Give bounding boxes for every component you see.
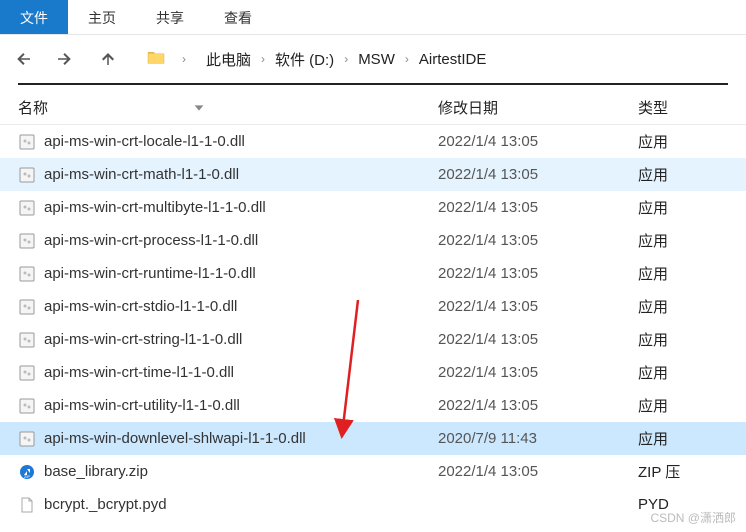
file-date: 2022/1/4 13:05 [438,331,638,348]
file-date: 2020/7/9 11:43 [438,430,638,447]
file-type: 应用 [638,230,728,251]
dll-file-icon [18,265,36,283]
file-name: base_library.zip [44,463,148,480]
tab-share[interactable]: 共享 [136,0,204,34]
file-name: bcrypt._bcrypt.pyd [44,496,167,513]
svg-text:ZIP: ZIP [24,474,31,479]
file-row[interactable]: bcrypt._bcrypt.pydPYD [0,488,746,521]
file-type: 应用 [638,263,728,284]
file-row[interactable]: api-ms-win-crt-locale-l1-1-0.dll 2022/1/4… [0,125,746,158]
tab-home[interactable]: 主页 [68,0,136,34]
navigation-bar: › 此电脑 › 软件 (D:) › MSW › AirtestIDE [0,35,746,83]
file-row[interactable]: api-ms-win-crt-runtime-l1-1-0.dll 2022/1/… [0,257,746,290]
column-header-name[interactable]: 名称 [18,97,438,118]
back-button[interactable] [12,47,36,71]
file-name: api-ms-win-crt-string-l1-1-0.dll [44,331,242,348]
ribbon-tabs: 文件 主页 共享 查看 [0,0,746,35]
file-name: api-ms-win-crt-utility-l1-1-0.dll [44,397,240,414]
separator [18,83,728,85]
file-row[interactable]: api-ms-win-crt-math-l1-1-0.dll 2022/1/4 1… [0,158,746,191]
caret-down-icon [192,101,206,115]
breadcrumb-item-2[interactable]: MSW [354,49,399,70]
file-row[interactable]: ZIP base_library.zip 2022/1/4 13:05ZIP 压 [0,455,746,488]
dll-file-icon [18,430,36,448]
file-row[interactable]: api-ms-win-crt-process-l1-1-0.dll 2022/1/… [0,224,746,257]
file-name: api-ms-win-crt-stdio-l1-1-0.dll [44,298,237,315]
column-header-type[interactable]: 类型 [638,97,728,118]
file-date: 2022/1/4 13:05 [438,397,638,414]
file-row[interactable]: api-ms-win-crt-stdio-l1-1-0.dll 2022/1/4 … [0,290,746,323]
dll-file-icon [18,364,36,382]
dll-file-icon [18,397,36,415]
dll-file-icon [18,298,36,316]
folder-path-icon [146,49,166,70]
file-name: api-ms-win-crt-locale-l1-1-0.dll [44,133,245,150]
file-date: 2022/1/4 13:05 [438,364,638,381]
file-type: 应用 [638,164,728,185]
file-type: 应用 [638,329,728,350]
dll-file-icon [18,232,36,250]
folder-icon [146,49,166,65]
tab-view[interactable]: 查看 [204,0,272,34]
column-headers: 名称 修改日期 类型 [0,91,746,125]
dll-file-icon [18,199,36,217]
dll-file-icon [18,166,36,184]
column-header-date[interactable]: 修改日期 [438,97,638,118]
file-date: 2022/1/4 13:05 [438,463,638,480]
arrow-up-icon [99,50,117,68]
file-row[interactable]: api-ms-win-crt-multibyte-l1-1-0.dll 2022/… [0,191,746,224]
file-date: 2022/1/4 13:05 [438,166,638,183]
file-row[interactable]: api-ms-win-crt-utility-l1-1-0.dll 2022/1/… [0,389,746,422]
file-date: 2022/1/4 13:05 [438,232,638,249]
file-type: 应用 [638,131,728,152]
breadcrumb-item-0[interactable]: 此电脑 [202,47,255,72]
breadcrumb-item-1[interactable]: 软件 (D:) [271,47,338,72]
file-row[interactable]: api-ms-win-downlevel-shlwapi-l1-1-0.dll 2… [0,422,746,455]
file-type: 应用 [638,296,728,317]
tab-file[interactable]: 文件 [0,0,68,34]
file-type: 应用 [638,428,728,449]
breadcrumb-item-3[interactable]: AirtestIDE [415,49,491,70]
forward-button[interactable] [52,47,76,71]
file-type: 应用 [638,362,728,383]
arrow-right-icon [55,50,73,68]
file-name: api-ms-win-crt-runtime-l1-1-0.dll [44,265,256,282]
dll-file-icon [18,133,36,151]
file-row[interactable]: api-ms-win-crt-time-l1-1-0.dll 2022/1/4 1… [0,356,746,389]
file-list: api-ms-win-crt-locale-l1-1-0.dll 2022/1/4… [0,125,746,521]
chevron-right-icon: › [405,52,409,66]
dll-file-icon [18,331,36,349]
file-type: 应用 [638,197,728,218]
watermark: CSDN @潇洒郎 [650,509,736,526]
file-type: 应用 [638,395,728,416]
file-type: ZIP 压 [638,461,728,482]
file-date: 2022/1/4 13:05 [438,265,638,282]
breadcrumb: 此电脑 › 软件 (D:) › MSW › AirtestIDE [202,47,490,72]
up-button[interactable] [96,47,120,71]
file-name: api-ms-win-crt-time-l1-1-0.dll [44,364,234,381]
arrow-left-icon [15,50,33,68]
file-name: api-ms-win-downlevel-shlwapi-l1-1-0.dll [44,430,306,447]
zip-file-icon: ZIP [18,463,36,481]
pyd-file-icon [18,496,36,514]
chevron-right-icon: › [344,52,348,66]
file-date: 2022/1/4 13:05 [438,133,638,150]
chevron-right-icon: › [261,52,265,66]
file-date: 2022/1/4 13:05 [438,298,638,315]
file-date: 2022/1/4 13:05 [438,199,638,216]
file-name: api-ms-win-crt-multibyte-l1-1-0.dll [44,199,266,216]
file-name: api-ms-win-crt-math-l1-1-0.dll [44,166,239,183]
file-row[interactable]: api-ms-win-crt-string-l1-1-0.dll 2022/1/4… [0,323,746,356]
file-name: api-ms-win-crt-process-l1-1-0.dll [44,232,258,249]
